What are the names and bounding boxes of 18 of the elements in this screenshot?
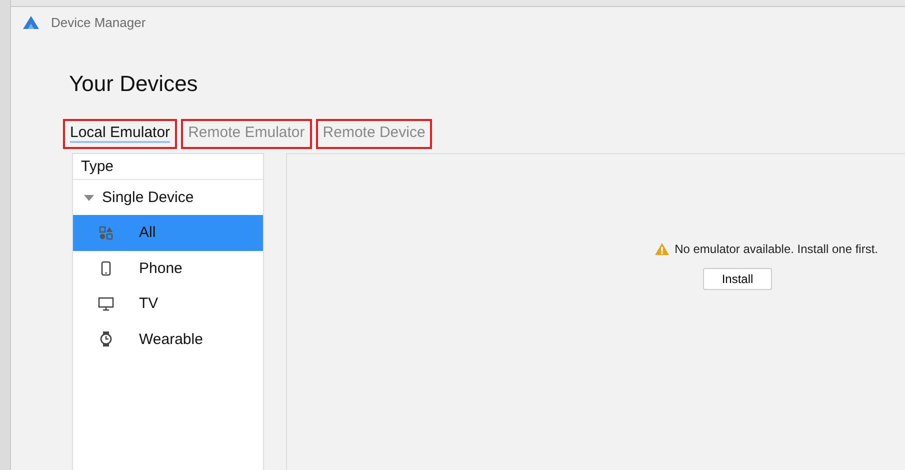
tab[interactable]: Local Emulator <box>63 119 178 149</box>
warning-icon <box>654 242 669 254</box>
tree-item[interactable]: TV <box>73 286 263 322</box>
tree-item[interactable]: Phone <box>73 250 263 286</box>
tree-group-label[interactable]: Single Device <box>102 189 194 206</box>
tree-item[interactable]: All <box>73 215 263 250</box>
grid-icon <box>99 226 113 240</box>
column-header: Type <box>73 154 263 180</box>
page-heading: Your Devices <box>69 71 199 97</box>
window-title: Device Manager <box>51 14 146 30</box>
phone-icon <box>101 260 111 276</box>
install-button[interactable]: Install <box>703 268 772 290</box>
tree-item[interactable]: Wearable <box>73 322 263 357</box>
watch-icon <box>100 331 112 348</box>
caret-icon[interactable] <box>84 194 94 200</box>
empty-message: No emulator available. Install one first. <box>674 242 878 256</box>
monitor-icon <box>98 296 114 311</box>
app-logo-icon <box>23 16 39 28</box>
